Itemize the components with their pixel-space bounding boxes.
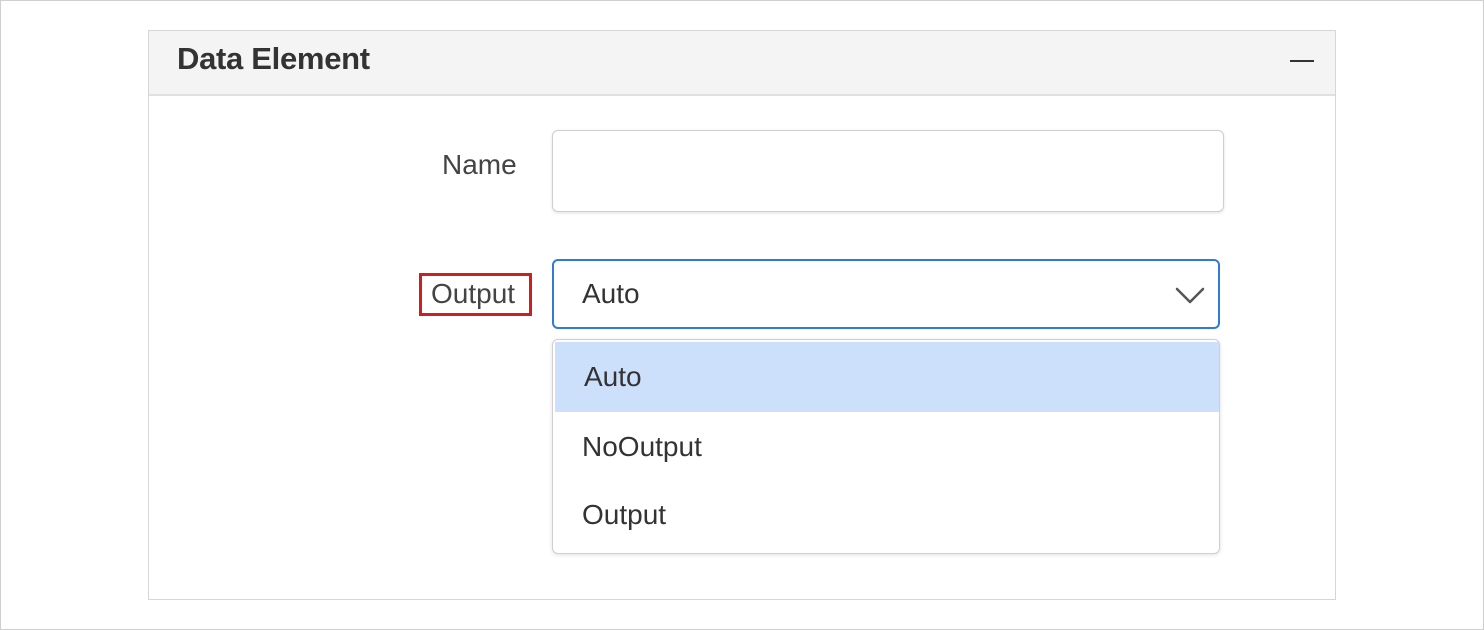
output-label: Output — [431, 278, 516, 309]
name-input[interactable] — [552, 130, 1224, 212]
output-select-value: Auto — [582, 278, 640, 309]
chevron-down-icon — [1175, 287, 1205, 304]
dropdown-option-auto[interactable]: Auto — [555, 342, 1219, 412]
dropdown-option-nooutput[interactable]: NoOutput — [553, 412, 1217, 482]
output-dropdown-list: Auto NoOutput Output — [552, 339, 1220, 554]
output-select[interactable]: Auto — [552, 259, 1220, 329]
data-element-panel: Data Element Name Output Auto Auto NoOut… — [148, 30, 1336, 600]
minus-icon[interactable] — [1288, 47, 1316, 75]
panel-title: Data Element — [177, 41, 370, 76]
panel-header: Data Element — [149, 31, 1335, 96]
dropdown-option-output[interactable]: Output — [553, 480, 1217, 550]
name-label: Name — [442, 149, 517, 180]
